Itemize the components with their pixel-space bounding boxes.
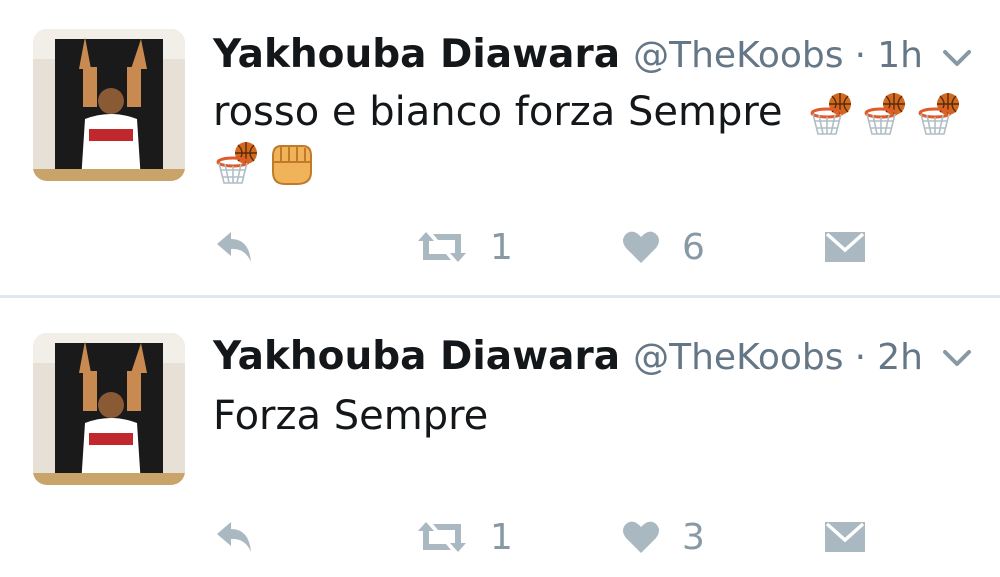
retweet-count: 1	[490, 516, 513, 558]
tweet-header: Yakhouba Diawara @TheKoobs · 1h	[213, 32, 923, 77]
basketball-hoop-emoji	[861, 91, 909, 137]
author-name[interactable]: Yakhouba Diawara	[213, 32, 620, 77]
envelope-icon	[825, 232, 865, 262]
tweet-text: Forza Sempre	[213, 390, 488, 442]
like-count: 6	[682, 226, 705, 268]
timestamp[interactable]: 2h	[877, 337, 923, 378]
avatar-image	[33, 29, 185, 181]
tweet-header: Yakhouba Diawara @TheKoobs · 2h	[213, 334, 923, 379]
tweet-actions: 1 6	[0, 222, 1000, 272]
basketball-hoop-emoji	[915, 91, 963, 137]
chevron-down-icon[interactable]	[937, 42, 977, 72]
tweet-text-content: Forza Sempre	[213, 393, 489, 439]
basketball-hoop-emoji	[213, 140, 261, 186]
tweet[interactable]: Yakhouba Diawara @TheKoobs · 2h Forza Se…	[0, 298, 1000, 577]
reply-icon	[217, 232, 251, 262]
tweet[interactable]: Yakhouba Diawara @TheKoobs · 1h rosso e …	[0, 0, 1000, 296]
tweet-text: rosso e bianco forza Sempre	[213, 86, 973, 138]
basketball-hoop-emoji	[807, 91, 855, 137]
separator: ·	[854, 35, 867, 76]
fist-emoji	[267, 140, 315, 186]
separator: ·	[854, 337, 867, 378]
like-button[interactable]: 6	[622, 222, 705, 272]
reply-button[interactable]	[213, 512, 255, 562]
heart-icon	[623, 521, 659, 553]
reply-icon	[217, 522, 251, 552]
avatar-image	[33, 333, 185, 485]
avatar[interactable]	[33, 29, 185, 181]
author-name[interactable]: Yakhouba Diawara	[213, 334, 620, 379]
direct-message-button[interactable]	[824, 222, 866, 272]
retweet-icon	[418, 522, 466, 552]
direct-message-button[interactable]	[824, 512, 866, 562]
heart-icon	[623, 231, 659, 263]
envelope-icon	[825, 522, 865, 552]
tweet-actions: 1 3	[0, 512, 1000, 562]
timestamp[interactable]: 1h	[877, 35, 923, 76]
tweet-text-content: rosso e bianco forza Sempre	[213, 89, 783, 135]
retweet-icon	[418, 232, 466, 262]
retweet-button[interactable]: 1	[416, 222, 513, 272]
chevron-down-icon[interactable]	[937, 342, 977, 372]
author-handle[interactable]: @TheKoobs	[633, 337, 843, 378]
like-button[interactable]: 3	[622, 512, 705, 562]
author-handle[interactable]: @TheKoobs	[633, 35, 843, 76]
avatar[interactable]	[33, 333, 185, 485]
tweet-text-line2	[213, 140, 321, 186]
retweet-button[interactable]: 1	[416, 512, 513, 562]
reply-button[interactable]	[213, 222, 255, 272]
like-count: 3	[682, 516, 705, 558]
retweet-count: 1	[490, 226, 513, 268]
